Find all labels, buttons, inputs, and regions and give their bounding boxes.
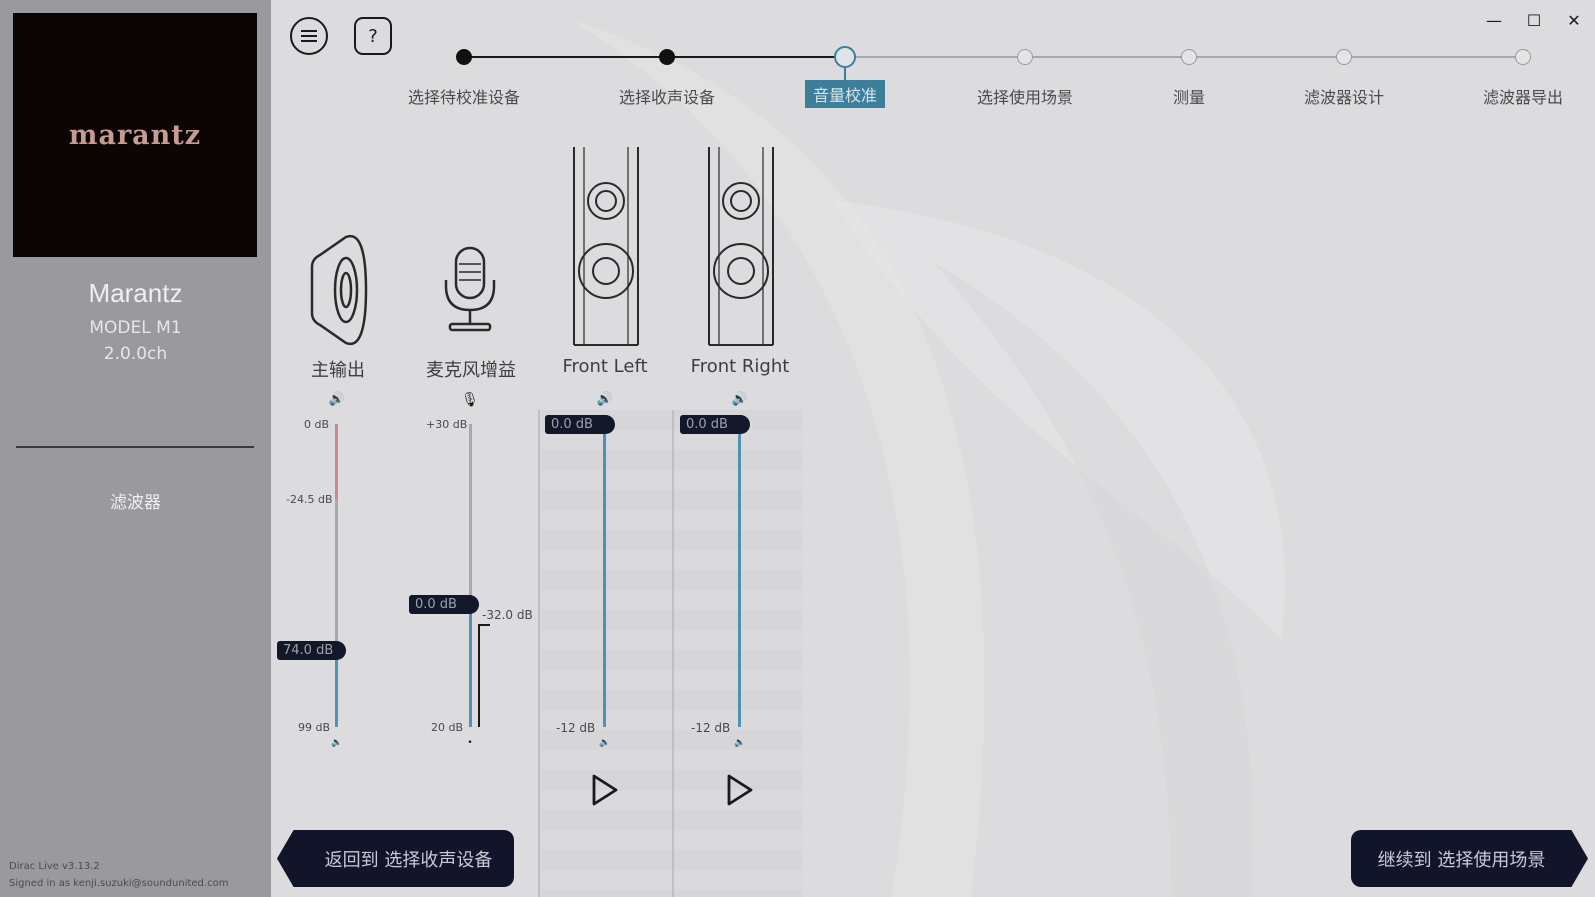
minimize-button[interactable]: — bbox=[1480, 8, 1508, 32]
front-left-play-button[interactable] bbox=[590, 773, 620, 807]
play-icon bbox=[727, 774, 753, 806]
sidebar-divider bbox=[16, 446, 254, 448]
step-label-7: 滤波器导出 bbox=[1482, 88, 1564, 107]
step-dot-3[interactable] bbox=[834, 46, 856, 68]
main-output-top-tick: 0 dB bbox=[304, 418, 330, 431]
main-output-level-fill bbox=[335, 649, 338, 727]
version-text: Dirac Live v3.13.2 bbox=[9, 861, 100, 872]
front-left-level-fill bbox=[603, 424, 606, 727]
step-label-5: 测量 bbox=[1172, 88, 1206, 107]
logo-text: marantz bbox=[68, 119, 202, 151]
step-dot-7 bbox=[1515, 49, 1531, 65]
front-right-speaker-icon bbox=[708, 147, 774, 346]
mic-gain-label: 麦克风增益 bbox=[426, 360, 516, 381]
loudspeaker-icon bbox=[310, 234, 368, 346]
step-dot-4 bbox=[1017, 49, 1033, 65]
step-label-6: 滤波器设计 bbox=[1303, 88, 1385, 107]
speaker-small-icon: 🔈 bbox=[331, 738, 343, 748]
front-right-slider-handle[interactable]: 0.0 dB bbox=[680, 415, 750, 434]
step-dot-5 bbox=[1181, 49, 1197, 65]
main-output-label: 主输出 bbox=[311, 360, 365, 381]
active-step-stem bbox=[844, 66, 846, 80]
front-left-bottom-tick: -12 dB bbox=[556, 721, 596, 735]
front-left-small-icon: 🔈 bbox=[599, 738, 611, 748]
mic-small-icon: 🎙 bbox=[461, 392, 479, 408]
sidebar-item-filter[interactable]: 滤波器 bbox=[0, 488, 271, 513]
main-output-track bbox=[335, 499, 338, 649]
mic-level-meter bbox=[478, 624, 480, 727]
mic-gain-slider-handle[interactable]: 0.0 dB bbox=[409, 595, 479, 614]
front-left-volume-icon: 🔊 bbox=[596, 392, 614, 407]
signed-in-text: Signed in as kenji.suzuki@soundunited.co… bbox=[9, 878, 229, 889]
step-dot-6 bbox=[1336, 49, 1352, 65]
main-output-slider-handle[interactable]: 74.0 dB bbox=[277, 641, 346, 660]
step-label-2[interactable]: 选择收声设备 bbox=[619, 84, 715, 108]
step-label-1[interactable]: 选择待校准设备 bbox=[408, 84, 520, 108]
step-label-3: 音量校准 bbox=[804, 80, 886, 108]
stepper-line-done bbox=[464, 56, 844, 58]
mic-level-meter-cap bbox=[478, 624, 490, 626]
main-output-mid-tick: -24.5 dB bbox=[286, 493, 333, 506]
device-name: Marantz bbox=[88, 278, 183, 308]
front-left-speaker-icon bbox=[573, 147, 639, 346]
hamburger-menu-icon bbox=[301, 30, 317, 42]
microphone-icon bbox=[444, 246, 496, 332]
device-model: MODEL M1 bbox=[89, 318, 182, 338]
front-right-level-fill bbox=[738, 424, 741, 727]
back-button[interactable]: 返回到 选择收声设备 bbox=[277, 830, 514, 887]
front-left-slider-handle[interactable]: 0.0 dB bbox=[545, 415, 615, 434]
sidebar: marantz Marantz MODEL M1 2.0.0ch 滤波器 Dir… bbox=[0, 0, 271, 897]
mic-meter-reading: -32.0 dB bbox=[482, 608, 533, 622]
speaker-columns-background bbox=[538, 410, 802, 897]
main-output-bottom-tick: 99 dB bbox=[298, 721, 331, 734]
close-button[interactable]: ✕ bbox=[1560, 8, 1588, 32]
speaker-volume-icon: 🔊 bbox=[328, 392, 346, 407]
device-channels: 2.0.0ch bbox=[103, 344, 168, 364]
front-right-play-button[interactable] bbox=[725, 773, 755, 807]
main-output-warning-zone bbox=[335, 424, 338, 499]
front-right-volume-icon: 🔊 bbox=[731, 392, 749, 407]
mic-gain-top-tick: +30 dB bbox=[426, 418, 468, 431]
mic-gain-track bbox=[469, 424, 472, 604]
play-icon bbox=[592, 774, 618, 806]
mic-gain-bottom-tick: 20 dB bbox=[431, 721, 464, 734]
front-right-bottom-tick: -12 dB bbox=[691, 721, 731, 735]
continue-button[interactable]: 继续到 选择使用场景 bbox=[1351, 830, 1588, 887]
front-right-label: Front Right bbox=[690, 356, 790, 377]
step-dot-1[interactable] bbox=[456, 49, 472, 65]
front-left-label: Front Left bbox=[562, 356, 648, 377]
step-dot-2[interactable] bbox=[659, 49, 675, 65]
mic-gain-level-fill bbox=[469, 604, 472, 727]
brand-logo: marantz bbox=[13, 13, 257, 257]
menu-button[interactable] bbox=[290, 17, 328, 55]
step-label-4: 选择使用场景 bbox=[976, 88, 1074, 107]
front-right-small-icon: 🔈 bbox=[734, 738, 746, 748]
mic-small-bottom-icon: • bbox=[467, 738, 473, 748]
maximize-button[interactable]: ☐ bbox=[1520, 8, 1548, 32]
help-button[interactable]: ? bbox=[354, 17, 392, 55]
